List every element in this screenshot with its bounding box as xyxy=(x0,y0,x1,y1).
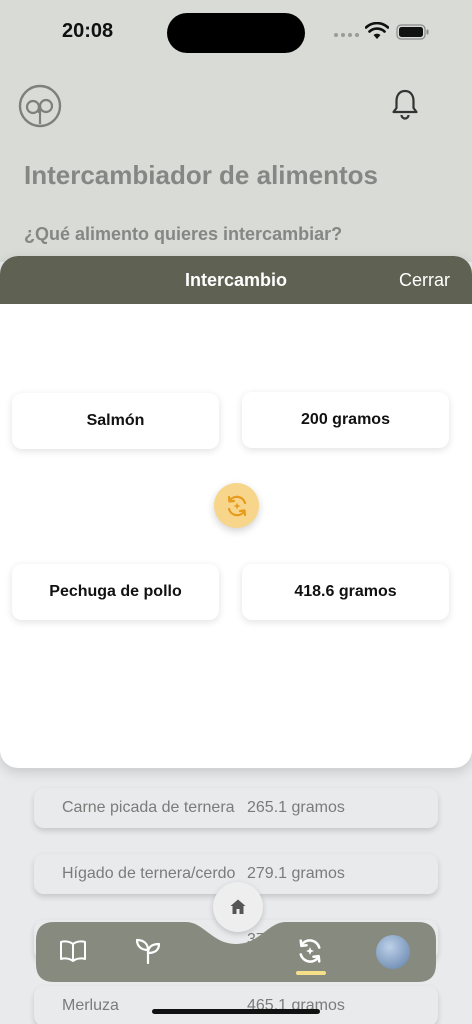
list-item-quantity: 279.1 gramos xyxy=(247,865,345,882)
list-item-name: Carne picada de ternera xyxy=(62,799,235,816)
status-time: 20:08 xyxy=(62,20,114,42)
close-button[interactable]: Cerrar xyxy=(399,270,450,291)
from-food-card[interactable]: Salmón xyxy=(12,393,219,449)
status-bar: 20:08 xyxy=(0,0,472,62)
active-tab-indicator xyxy=(296,971,326,975)
exchange-sheet: Intercambio Cerrar Salmón 200 gramos Pec… xyxy=(0,256,472,768)
sheet-header: Intercambio Cerrar xyxy=(0,256,472,304)
bell-icon[interactable] xyxy=(390,88,420,120)
sprout-icon[interactable] xyxy=(133,936,163,966)
swap-icon xyxy=(227,495,246,516)
book-icon[interactable] xyxy=(58,936,88,966)
exchange-icon[interactable] xyxy=(295,936,325,966)
swap-button[interactable] xyxy=(214,483,259,528)
list-item[interactable]: Carne picada de ternera 265.1 gramos xyxy=(34,788,438,828)
wifi-icon xyxy=(365,22,389,39)
home-icon xyxy=(230,899,246,914)
page-title: Intercambiador de alimentos xyxy=(24,160,378,190)
signal-icon xyxy=(334,33,359,37)
to-food-card[interactable]: Pechuga de pollo xyxy=(12,564,219,620)
to-quantity-card: 418.6 gramos xyxy=(242,564,449,620)
dynamic-island xyxy=(167,13,305,53)
from-quantity-card[interactable]: 200 gramos xyxy=(242,392,449,448)
page-question: ¿Qué alimento quieres intercambiar? xyxy=(24,224,343,244)
avatar[interactable] xyxy=(376,935,410,969)
list-item-quantity: 265.1 gramos xyxy=(247,799,345,816)
home-indicator xyxy=(152,1009,320,1014)
page-header: Intercambiador de alimentos ¿Qué aliment… xyxy=(0,62,472,262)
battery-icon xyxy=(396,24,429,40)
list-item-name: Hígado de ternera/cerdo xyxy=(62,865,236,882)
logo-icon xyxy=(18,84,62,128)
bottom-nav xyxy=(36,922,436,982)
list-item[interactable]: Merluza 465.1 gramos xyxy=(34,986,438,1024)
